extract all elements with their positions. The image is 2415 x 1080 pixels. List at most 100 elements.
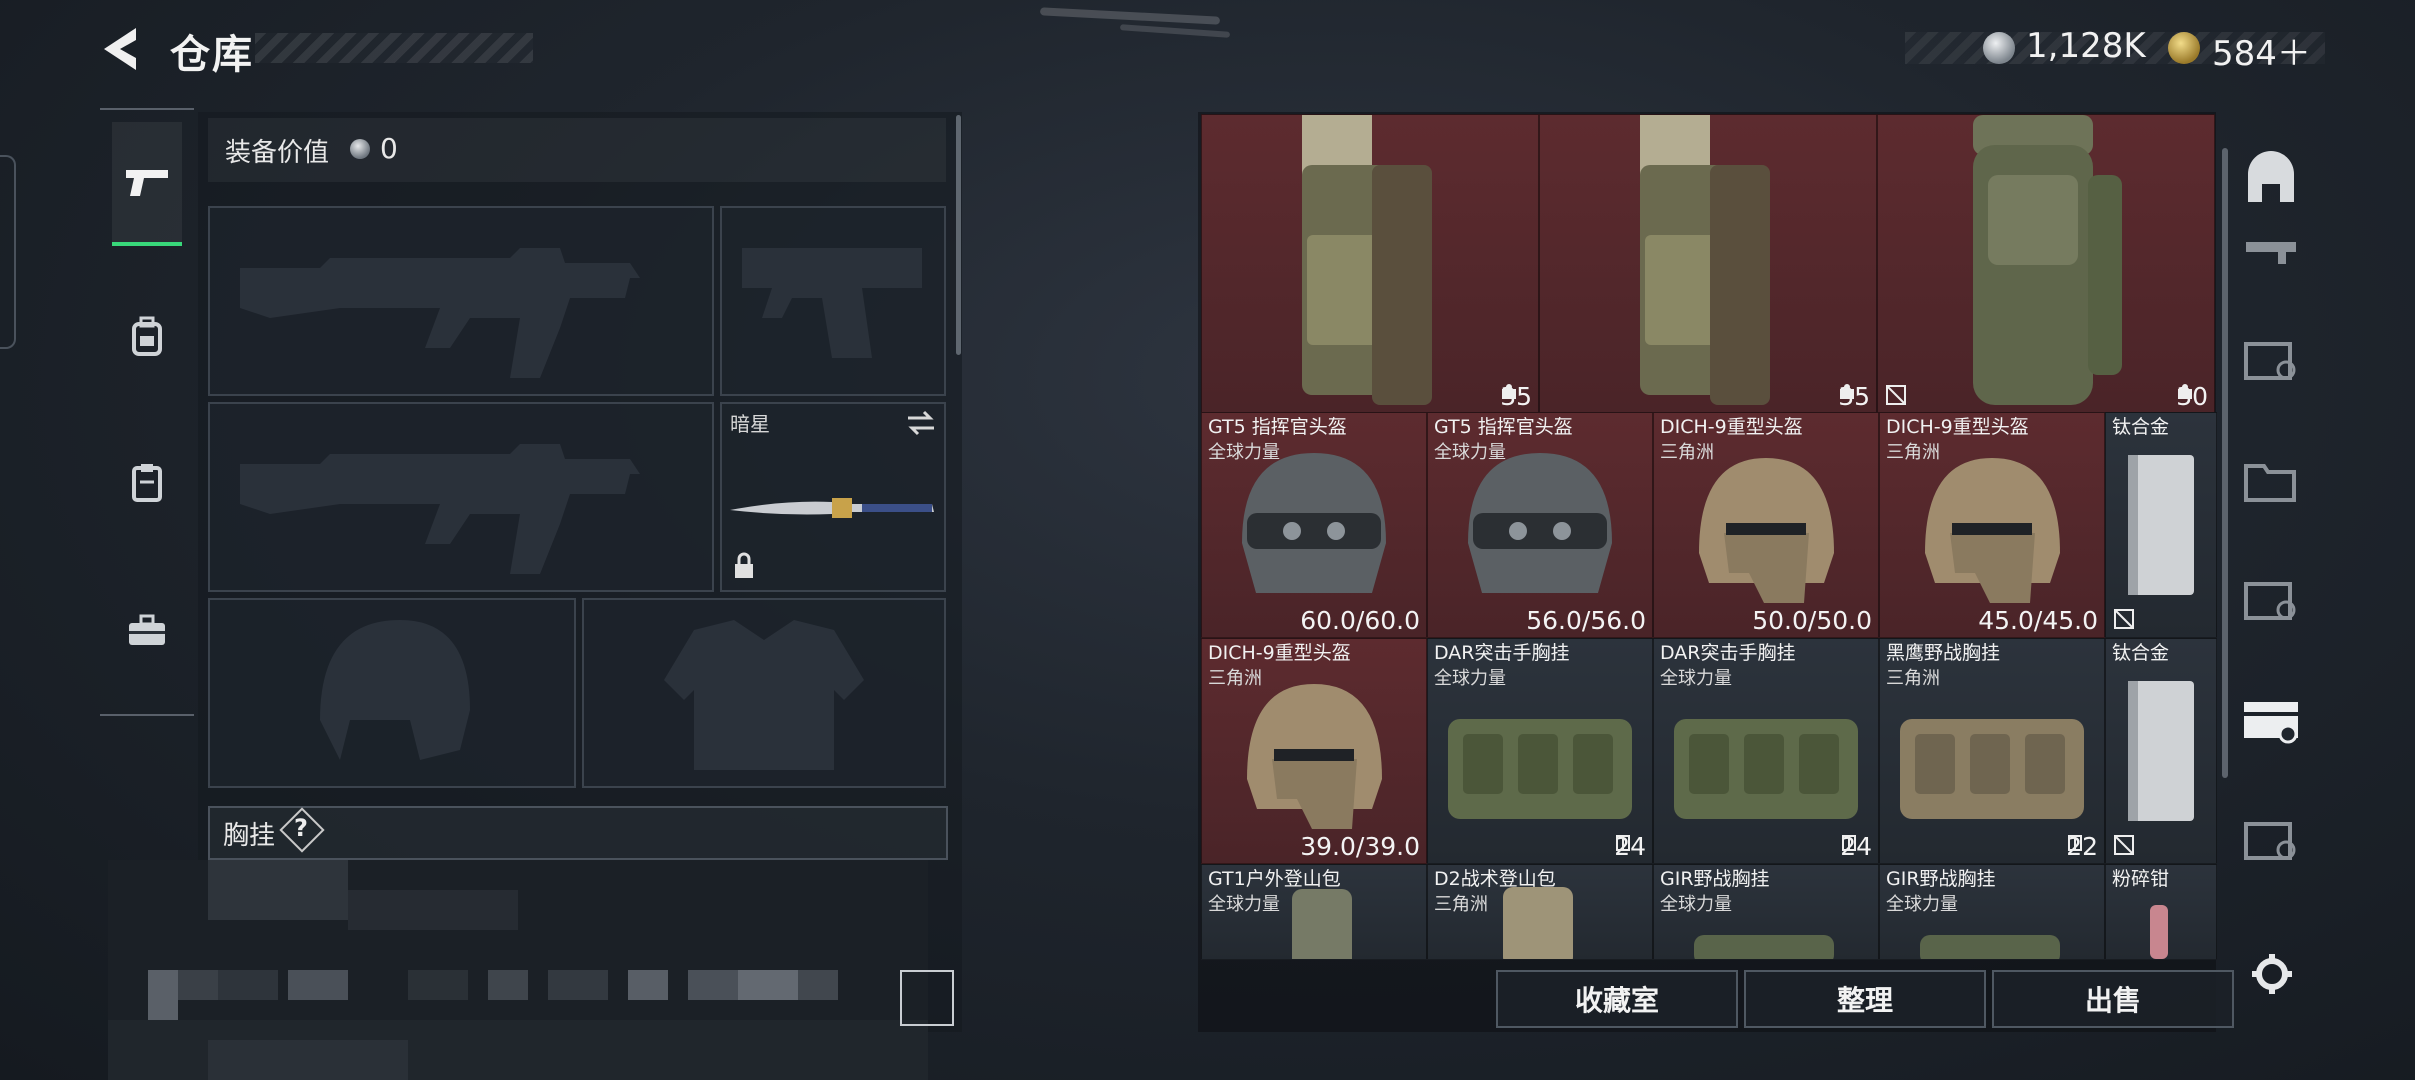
inventory-item[interactable]: GT5 指挥官头盔 全球力量 56.0/56.0 xyxy=(1427,412,1653,638)
item-durability: 39.0/39.0 xyxy=(1300,832,1420,861)
all-items-tab-icon[interactable] xyxy=(2236,150,2306,210)
settings-gear-icon[interactable] xyxy=(2250,952,2294,996)
backpack-icon xyxy=(132,316,162,356)
collection-room-button[interactable]: 收藏室 xyxy=(1496,970,1738,1028)
chest-rig-icon xyxy=(1674,719,1858,819)
folder-filter-icon[interactable] xyxy=(2236,450,2306,510)
tactical-backpack-icon xyxy=(1302,115,1432,405)
silver-currency-value[interactable]: 1,128K xyxy=(2026,26,2146,66)
pliers-icon xyxy=(2150,905,2168,959)
title-decoration xyxy=(255,33,533,63)
inventory-item[interactable]: GIR野战胸挂 全球力量 xyxy=(1879,864,2105,960)
inventory-item[interactable]: 钛合金 xyxy=(2105,638,2217,864)
organize-button[interactable]: 整理 xyxy=(1744,970,1986,1028)
inventory-item[interactable]: D2战术登山包 三角洲 xyxy=(1427,864,1653,960)
rifle-silhouette-icon xyxy=(240,444,640,574)
clipboard-icon xyxy=(132,464,162,502)
weight-icon xyxy=(1502,384,1517,399)
item-durability: 45.0/45.0 xyxy=(1978,606,2098,635)
heavy-helmet-icon xyxy=(1247,684,1382,829)
no-drop-icon xyxy=(2114,609,2134,629)
gold-coin-icon xyxy=(2168,32,2200,64)
secondary-weapon-slot[interactable] xyxy=(208,402,714,592)
item-capacity: 24 xyxy=(1840,832,1872,861)
pistol-silhouette-icon xyxy=(742,248,922,358)
armor-plate-icon xyxy=(2128,681,2194,821)
chest-rig-label: 胸挂 xyxy=(223,821,276,851)
inventory-scrollbar[interactable] xyxy=(2222,148,2228,778)
weapon-filter-icon[interactable] xyxy=(2236,228,2306,288)
vip-filter-icon[interactable] xyxy=(2236,570,2306,630)
rifle-silhouette-icon xyxy=(240,248,640,378)
background-streak xyxy=(1039,7,1221,25)
chest-rig-icon xyxy=(1694,935,1834,959)
item-weight: 35 xyxy=(1838,382,1870,411)
knife-name: 暗星 xyxy=(730,412,770,436)
inventory-item[interactable]: GIR野战胸挂 全球力量 xyxy=(1653,864,1879,960)
tab-equipment[interactable] xyxy=(112,276,182,396)
item-capacity: 24 xyxy=(1614,832,1646,861)
inventory-item[interactable]: 钛合金 xyxy=(2105,412,2217,638)
helmet-slot[interactable] xyxy=(208,598,576,788)
tactical-backpack-icon xyxy=(1640,115,1770,405)
inventory-item[interactable]: GT1户外登山包 全球力量 xyxy=(1201,864,1427,960)
melee-slot[interactable]: 暗星 xyxy=(720,402,946,592)
item-capacity: 22 xyxy=(2066,832,2098,861)
sidearm-slot[interactable] xyxy=(720,206,946,396)
chest-rig-icon xyxy=(1920,935,2060,959)
help-icon-glyph: ? xyxy=(294,814,308,842)
heavy-helmet-icon xyxy=(1925,458,2060,603)
backpack-icon xyxy=(1503,887,1573,959)
inventory-item[interactable]: DICH-9重型头盔 三角洲 50.0/50.0 xyxy=(1653,412,1879,638)
primary-weapon-slot[interactable] xyxy=(208,206,714,396)
gold-currency-value[interactable]: 584＋ xyxy=(2212,26,2311,75)
no-drop-icon xyxy=(2114,835,2134,855)
capacity-icon xyxy=(1842,835,1857,851)
inventory-item[interactable]: DICH-9重型头盔 三角洲 45.0/45.0 xyxy=(1879,412,2105,638)
back-arrow-icon[interactable] xyxy=(100,24,140,74)
large-backpack-icon xyxy=(1973,115,2122,405)
background-streak xyxy=(1119,24,1231,38)
inventory-item[interactable]: DICH-9重型头盔 三角洲 39.0/39.0 xyxy=(1201,638,1427,864)
swap-icon[interactable] xyxy=(906,410,936,436)
equipment-value-label: 装备价值 xyxy=(225,138,330,168)
heavy-helmet-icon xyxy=(1699,458,1834,603)
inventory-item[interactable]: 黑鹰野战胸挂 三角洲 22 xyxy=(1879,638,2105,864)
inventory-item[interactable]: 粉碎钳 xyxy=(2105,864,2217,960)
armor-plate-icon xyxy=(2128,455,2194,595)
inventory-item[interactable]: 35 xyxy=(1539,114,1877,414)
pistol-icon xyxy=(126,170,168,196)
tab-tools[interactable] xyxy=(112,570,182,690)
tab-weapons[interactable] xyxy=(112,122,182,246)
weight-icon xyxy=(2178,384,2193,399)
body-armor-slot[interactable] xyxy=(582,598,946,788)
inventory-item[interactable]: DAR突击手胸挂 全球力量 24 xyxy=(1653,638,1879,864)
helmet-icon xyxy=(1242,453,1386,593)
inventory-item[interactable]: 35 xyxy=(1201,114,1539,414)
side-drawer-handle[interactable] xyxy=(0,155,16,349)
vip-filter-icon[interactable] xyxy=(2236,330,2306,390)
inventory-item[interactable]: GT5 指挥官头盔 全球力量 60.0/60.0 xyxy=(1201,412,1427,638)
hidden-button[interactable] xyxy=(900,970,954,1026)
toolbox-icon xyxy=(129,614,165,645)
helmet-silhouette-icon xyxy=(320,620,470,760)
tab-supplies[interactable] xyxy=(112,422,182,542)
backpack-icon xyxy=(1292,889,1352,959)
item-durability: 60.0/60.0 xyxy=(1300,606,1420,635)
item-weight: 30 xyxy=(2176,382,2208,411)
page-title: 仓库 xyxy=(170,32,254,78)
silver-coin-icon xyxy=(1983,32,2015,64)
gt1-filter-icon[interactable] xyxy=(2236,690,2306,750)
inventory-item[interactable]: DAR突击手胸挂 全球力量 24 xyxy=(1427,638,1653,864)
inventory-item[interactable]: 30 xyxy=(1877,114,2215,414)
no-drop-icon xyxy=(1886,385,1906,405)
lock-icon xyxy=(735,552,753,578)
silver-coin-icon xyxy=(350,139,370,159)
capacity-icon xyxy=(2068,835,2083,851)
vest-silhouette-icon xyxy=(664,620,864,770)
helmet-icon xyxy=(1468,453,1612,593)
redacted-mosaic xyxy=(108,860,928,1080)
vip-filter-icon[interactable] xyxy=(2236,810,2306,870)
equipment-scrollbar[interactable] xyxy=(956,115,961,355)
sell-button[interactable]: 出售 xyxy=(1992,970,2234,1028)
